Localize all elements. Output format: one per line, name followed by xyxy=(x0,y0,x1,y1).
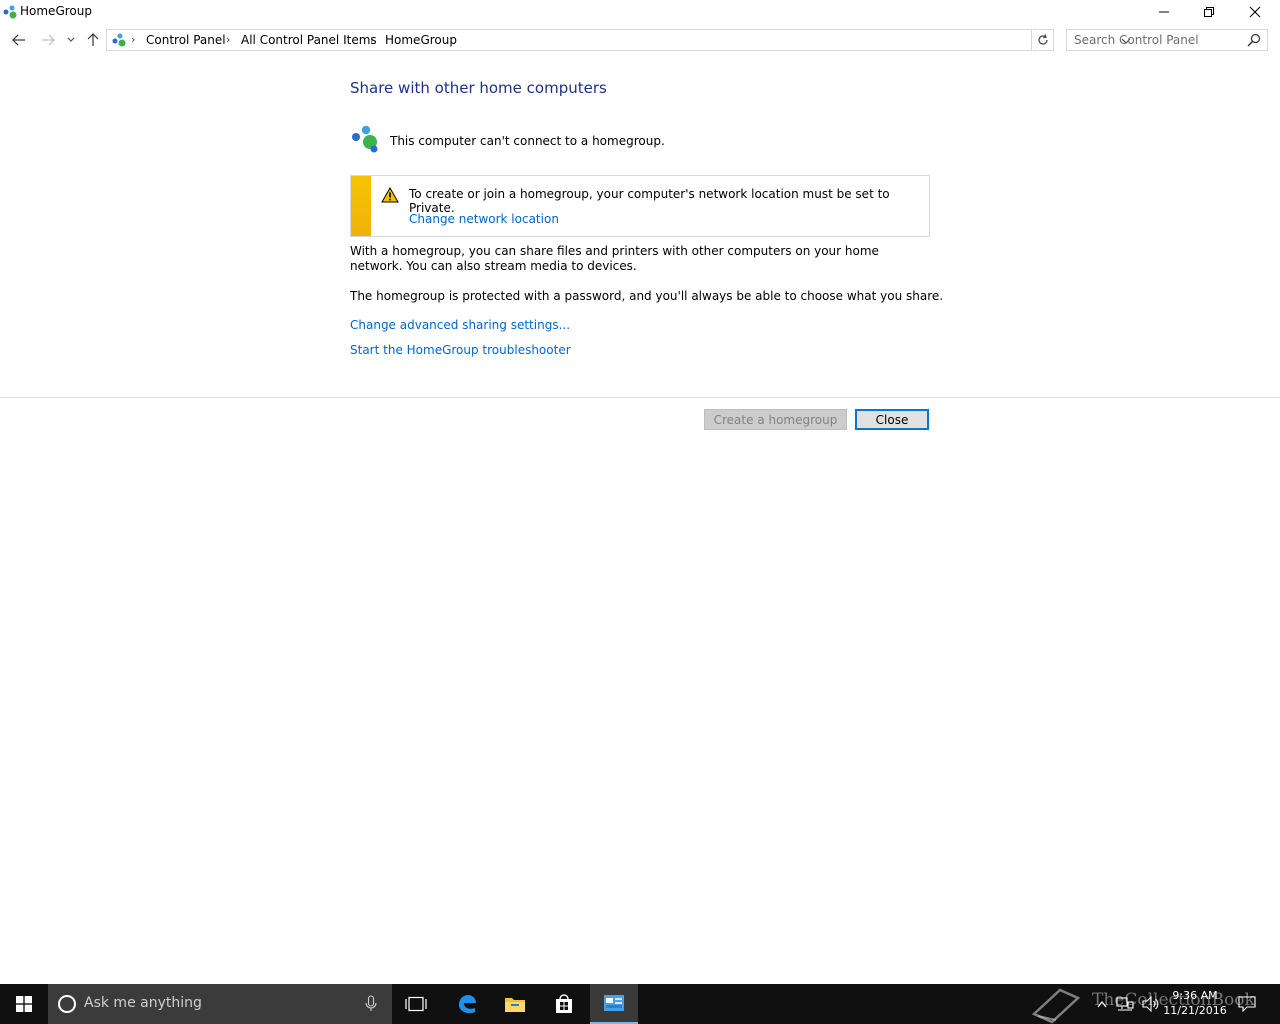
close-icon xyxy=(1249,6,1261,18)
minimize-button[interactable] xyxy=(1141,0,1187,24)
recent-locations-button[interactable] xyxy=(62,30,80,50)
homegroup-troubleshooter-link[interactable]: Start the HomeGroup troubleshooter xyxy=(350,343,571,357)
search-box[interactable] xyxy=(1066,29,1268,51)
breadcrumb-separator: › xyxy=(370,33,375,46)
clock-time: 9:36 AM xyxy=(1172,989,1218,1002)
taskbar: Ask me anything TheCollectionBook 9:36 A… xyxy=(0,984,1280,1024)
minimize-icon xyxy=(1159,11,1169,13)
control-panel-icon xyxy=(604,995,624,1011)
homegroup-description: With a homegroup, you can share files an… xyxy=(350,244,879,273)
search-icon[interactable] xyxy=(1247,33,1261,47)
warning-icon xyxy=(381,187,399,203)
speaker-icon xyxy=(1142,996,1159,1012)
homegroup-window: HomeGroup › Control Panel › All Control … xyxy=(0,0,1280,984)
arrow-left-icon xyxy=(12,34,25,46)
clock-date: 11/21/2016 xyxy=(1163,1004,1227,1017)
store-taskbar-button[interactable] xyxy=(540,984,588,1024)
address-bar[interactable]: › Control Panel › All Control Panel Item… xyxy=(106,29,1131,51)
breadcrumb-control-panel[interactable]: Control Panel xyxy=(146,33,226,47)
navigation-bar: › Control Panel › All Control Panel Item… xyxy=(0,28,1280,52)
taskbar-clock[interactable]: 9:36 AM 11/21/2016 xyxy=(1160,988,1230,1018)
breadcrumb-all-items[interactable]: All Control Panel Items xyxy=(241,33,377,47)
breadcrumb-separator: › xyxy=(226,33,231,46)
edge-icon xyxy=(459,995,476,1014)
show-hidden-icons-button[interactable] xyxy=(1094,984,1110,1024)
restore-icon xyxy=(1204,7,1214,17)
change-network-location-link[interactable]: Change network location xyxy=(409,212,559,226)
volume-tray-button[interactable] xyxy=(1140,984,1162,1024)
close-button[interactable]: Close xyxy=(855,409,929,430)
file-explorer-taskbar-button[interactable] xyxy=(491,984,539,1024)
start-button[interactable] xyxy=(0,984,48,1024)
control-panel-icon xyxy=(112,33,126,47)
windows-logo-icon xyxy=(16,996,32,1012)
book-logo-icon xyxy=(1031,988,1081,1024)
page-title: Share with other home computers xyxy=(350,79,607,97)
chevron-down-icon xyxy=(67,37,75,42)
breadcrumb-separator: › xyxy=(131,33,136,46)
network-icon xyxy=(1116,997,1134,1011)
arrow-right-icon xyxy=(42,34,55,46)
action-center-button[interactable] xyxy=(1234,984,1260,1024)
restore-button[interactable] xyxy=(1186,0,1232,24)
task-view-icon xyxy=(405,996,427,1012)
edge-taskbar-button[interactable] xyxy=(443,984,491,1024)
notification-icon xyxy=(1238,996,1256,1012)
title-bar: HomeGroup xyxy=(0,0,1280,24)
homegroup-status-text: This computer can't connect to a homegro… xyxy=(390,134,665,148)
window-title: HomeGroup xyxy=(20,4,92,18)
cortana-placeholder: Ask me anything xyxy=(84,995,202,1011)
cortana-search-box[interactable]: Ask me anything xyxy=(48,984,392,1024)
arrow-up-icon xyxy=(87,33,99,46)
search-input[interactable] xyxy=(1067,30,1245,50)
refresh-button[interactable] xyxy=(1033,29,1054,51)
warning-stripe xyxy=(351,176,371,236)
breadcrumb-homegroup[interactable]: HomeGroup xyxy=(385,33,457,47)
microphone-icon[interactable] xyxy=(364,995,378,1013)
folder-icon xyxy=(505,998,525,1012)
task-view-button[interactable] xyxy=(392,984,440,1024)
warning-message: To create or join a homegroup, your comp… xyxy=(409,187,890,215)
up-button[interactable] xyxy=(83,30,103,50)
close-window-button[interactable] xyxy=(1232,0,1278,24)
homegroup-icon xyxy=(352,125,378,153)
cortana-icon xyxy=(58,995,76,1013)
create-homegroup-button[interactable]: Create a homegroup xyxy=(704,409,847,430)
network-tray-button[interactable] xyxy=(1114,984,1136,1024)
password-description: The homegroup is protected with a passwo… xyxy=(350,289,944,303)
footer-divider xyxy=(0,397,1280,398)
warning-banner: To create or join a homegroup, your comp… xyxy=(350,175,930,237)
advanced-sharing-settings-link[interactable]: Change advanced sharing settings... xyxy=(350,318,570,332)
refresh-icon xyxy=(1038,34,1048,45)
control-panel-taskbar-button[interactable] xyxy=(590,984,638,1024)
forward-button[interactable] xyxy=(38,30,58,50)
homegroup-icon xyxy=(3,5,17,19)
chevron-up-icon xyxy=(1097,1001,1107,1008)
store-icon xyxy=(556,994,572,1013)
back-button[interactable] xyxy=(9,30,29,50)
